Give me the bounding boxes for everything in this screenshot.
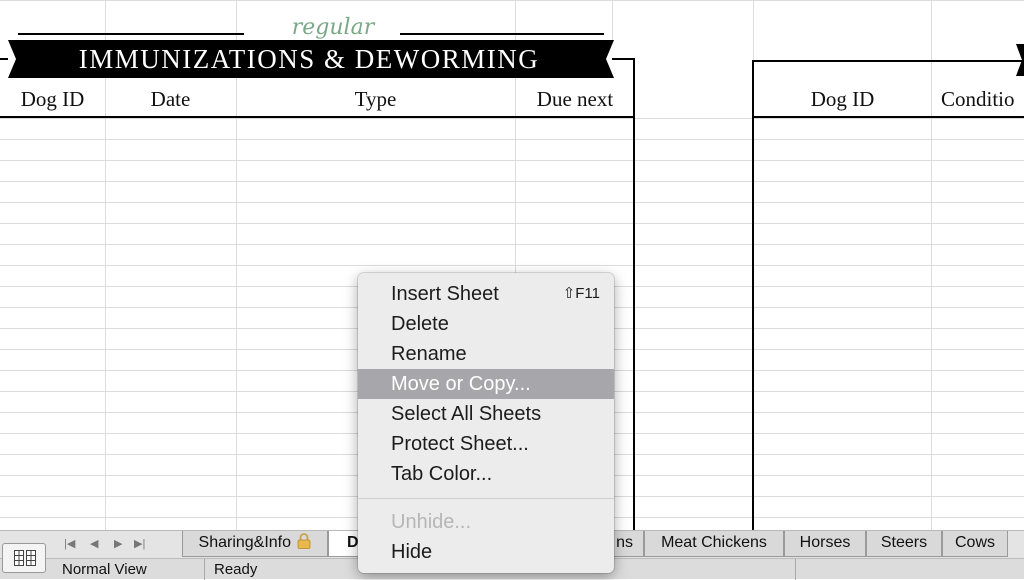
section-border-right bbox=[633, 58, 635, 530]
gridline bbox=[0, 244, 1024, 245]
gridline bbox=[0, 118, 1024, 119]
menu-item-protect-sheet[interactable]: Protect Sheet... bbox=[358, 429, 614, 459]
header-underline bbox=[0, 116, 635, 118]
menu-separator bbox=[358, 498, 614, 499]
gridline bbox=[931, 0, 932, 530]
right-header-underline bbox=[752, 116, 1024, 118]
menu-item-rename[interactable]: Rename bbox=[358, 339, 614, 369]
tab-horses[interactable]: Horses bbox=[784, 531, 866, 557]
menu-item-tab-color[interactable]: Tab Color... bbox=[358, 459, 614, 489]
header-dog-id[interactable]: Dog ID bbox=[0, 86, 105, 112]
banner-script-text: regular bbox=[291, 15, 375, 40]
gridline bbox=[0, 181, 1024, 182]
status-ready: Ready bbox=[214, 561, 258, 578]
tab-meat-chickens[interactable]: Meat Chickens bbox=[644, 531, 784, 557]
first-sheet-icon[interactable]: |◀ bbox=[64, 535, 75, 553]
gridline bbox=[105, 0, 106, 530]
tab-steers[interactable]: Steers bbox=[866, 531, 942, 557]
header-date[interactable]: Date bbox=[105, 86, 236, 112]
header-condition[interactable]: Conditio bbox=[931, 86, 1024, 112]
view-mode-label: Normal View bbox=[62, 561, 147, 578]
status-divider bbox=[204, 559, 205, 580]
menu-item-select-all-sheets[interactable]: Select All Sheets bbox=[358, 399, 614, 429]
gridline bbox=[236, 0, 237, 530]
sheet-context-menu: Insert Sheet ⇧F11 Delete Rename Move or … bbox=[358, 273, 614, 573]
gridline bbox=[0, 202, 1024, 203]
menu-item-unhide: Unhide... bbox=[391, 511, 472, 533]
menu-item-hide[interactable]: Hide bbox=[358, 537, 614, 567]
lock-icon bbox=[297, 533, 311, 556]
banner-title: IMMUNIZATIONS & DEWORMING bbox=[78, 44, 540, 74]
header-right-dog-id[interactable]: Dog ID bbox=[754, 86, 931, 112]
prev-sheet-icon[interactable]: ◀ bbox=[90, 535, 98, 553]
banner-top-rule-left bbox=[18, 33, 244, 35]
right-banner-ribbon-end bbox=[1016, 44, 1024, 76]
header-type[interactable]: Type bbox=[236, 86, 515, 112]
gridline bbox=[0, 0, 1024, 1]
menu-item-delete[interactable]: Delete bbox=[358, 309, 614, 339]
gridline bbox=[0, 223, 1024, 224]
banner-side-rule bbox=[0, 58, 8, 60]
tab-cows[interactable]: Cows bbox=[942, 531, 1008, 557]
menu-item-move-or-copy[interactable]: Move or Copy... bbox=[358, 369, 614, 399]
right-section-border bbox=[752, 60, 754, 530]
gridline bbox=[0, 139, 1024, 140]
right-banner-rule bbox=[752, 60, 1024, 62]
menu-item-insert-sheet[interactable]: Insert Sheet ⇧F11 bbox=[358, 279, 614, 309]
gridline bbox=[0, 265, 1024, 266]
gridline bbox=[0, 160, 1024, 161]
shortcut-label: ⇧F11 bbox=[562, 285, 600, 302]
grid-view-icon bbox=[14, 550, 36, 571]
normal-view-button[interactable] bbox=[2, 543, 46, 573]
menu-item-label: Insert Sheet bbox=[391, 283, 499, 305]
banner-side-rule bbox=[612, 58, 635, 60]
header-due-next[interactable]: Due next bbox=[515, 86, 635, 112]
gridline bbox=[612, 0, 613, 40]
last-sheet-icon[interactable]: ▶| bbox=[134, 535, 145, 553]
banner-top-rule-right bbox=[400, 33, 604, 35]
next-sheet-icon[interactable]: ▶ bbox=[114, 535, 122, 553]
tab-label: Sharing&Info bbox=[198, 534, 292, 551]
status-divider bbox=[795, 559, 796, 580]
tab-sharing-info[interactable]: Sharing&Info bbox=[182, 531, 328, 557]
